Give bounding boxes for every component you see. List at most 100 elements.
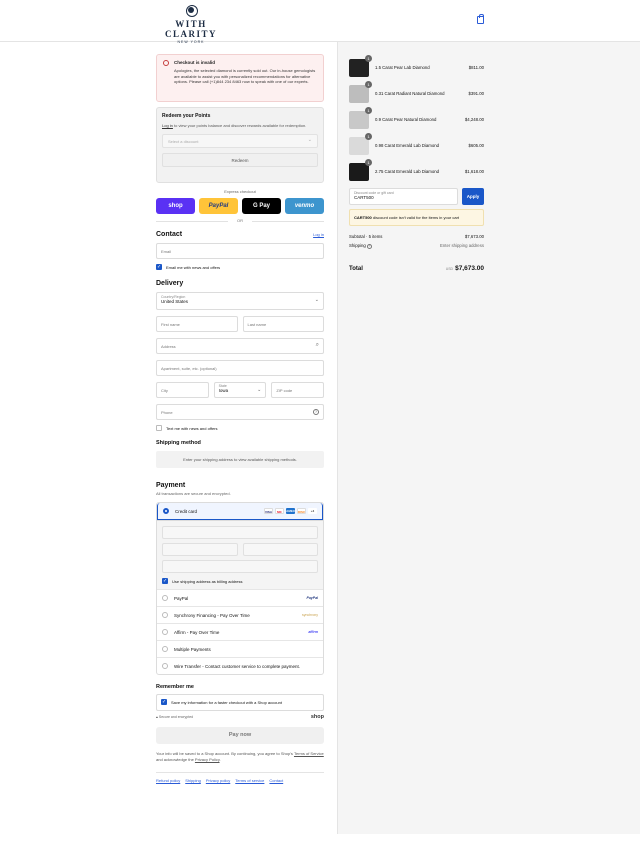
state-select[interactable]: State Iowa: [213, 382, 267, 398]
email-field[interactable]: Email: [156, 243, 324, 259]
state-value: Iowa: [218, 388, 229, 393]
total-label: Total: [349, 266, 363, 272]
terms-of-service-footer-link[interactable]: Terms of service: [235, 778, 264, 783]
radio-icon[interactable]: [162, 595, 168, 601]
address-placeholder: Address: [161, 344, 176, 349]
first-name-field[interactable]: First name: [156, 316, 238, 332]
checkout-error-alert: Checkout is invalid Apologies, the selec…: [156, 54, 324, 102]
product-thumbnail: 1: [349, 80, 372, 103]
paypal-option[interactable]: PayPal PayPal: [157, 589, 323, 606]
synchrony-option[interactable]: Synchrony Financing - Pay Over Time sync…: [157, 606, 323, 623]
discount-select[interactable]: Select a discount: [162, 133, 318, 148]
name-on-card-field[interactable]: [162, 560, 318, 573]
venmo-button[interactable]: venmo: [285, 198, 324, 214]
apartment-field[interactable]: Apartment, suite, etc. (optional): [156, 360, 324, 376]
zip-field[interactable]: ZIP code: [271, 382, 325, 398]
refund-policy-link[interactable]: Refund policy: [156, 778, 180, 783]
google-pay-button[interactable]: G Pay: [242, 198, 281, 214]
cart-item: 1 1.5 Carat Pear Lab Diamond $811.00: [349, 54, 484, 77]
pay-now-button[interactable]: Pay now: [156, 727, 324, 744]
payment-subtitle: All transactions are secure and encrypte…: [156, 491, 231, 496]
security-code-field[interactable]: [242, 543, 318, 556]
payment-title: Payment: [156, 482, 186, 489]
subtotal-value: $7,673.00: [464, 234, 484, 239]
privacy-policy-link[interactable]: Privacy Policy: [195, 757, 220, 762]
alert-body: Apologies, the selected diamond is curre…: [174, 68, 316, 84]
cart-item: 1 0.9 Carat Pear Natural Diamond $4,248.…: [349, 106, 484, 129]
country-select[interactable]: Country/Region United States: [156, 292, 324, 310]
checkbox-checked-icon[interactable]: ✓: [161, 699, 167, 705]
quantity-badge: 1: [365, 158, 372, 166]
radio-icon[interactable]: [162, 629, 168, 635]
or-divider: OR: [156, 218, 324, 223]
radio-icon[interactable]: [162, 646, 168, 652]
payment-options: Credit card VISA MC AMEX DISC +4 ✓ Use s…: [156, 502, 324, 675]
shipping-link[interactable]: Shipping: [185, 778, 201, 783]
checkbox-unchecked-icon[interactable]: [156, 425, 162, 431]
paypal-button[interactable]: PayPal: [199, 198, 238, 214]
cart-item: 1 0.98 Carat Emerald Lab Diamond $605.00: [349, 132, 484, 155]
multiple-payments-option[interactable]: Multiple Payments: [157, 640, 323, 657]
checkbox-checked-icon[interactable]: ✓: [162, 578, 168, 584]
last-name-field[interactable]: Last name: [242, 316, 324, 332]
billing-address-checkbox[interactable]: ✓ Use shipping address as billing addres…: [162, 578, 318, 584]
redeem-button[interactable]: Redeem: [162, 152, 318, 167]
header: WITH CLARITY NEW YORK: [0, 0, 640, 44]
address-field[interactable]: Address ⌕: [156, 338, 324, 354]
apply-button[interactable]: Apply: [462, 188, 484, 205]
product-thumbnail: 1: [349, 54, 372, 77]
radio-selected-icon[interactable]: [163, 508, 169, 514]
discount-code-value: CART500: [354, 195, 374, 200]
terms-of-service-link[interactable]: Terms of Service: [294, 751, 324, 756]
shipping-method-title: Shipping method: [156, 440, 201, 446]
phone-field[interactable]: Phone ?: [156, 404, 324, 420]
brand-logo[interactable]: WITH CLARITY NEW YORK: [156, 5, 226, 44]
checkbox-checked-icon[interactable]: ✓: [156, 264, 162, 270]
shopping-bag-icon[interactable]: [477, 14, 484, 24]
brand-location: NEW YORK: [177, 40, 205, 44]
shipping-label-text: Shipping: [349, 243, 366, 248]
city-field[interactable]: City: [156, 382, 209, 398]
help-icon[interactable]: ?: [366, 244, 372, 249]
shop-logo-icon: shop: [310, 714, 324, 720]
affirm-option[interactable]: Affirm - Pay Over Time affirm: [157, 623, 323, 640]
shop-pay-button[interactable]: shop: [156, 198, 195, 214]
save-info-checkbox[interactable]: ✓ Save my information for a faster check…: [161, 699, 319, 705]
mastercard-icon: MC: [275, 508, 284, 514]
secure-encrypted-label: 🔒︎ Secure and encrypted: [156, 715, 193, 719]
discover-icon: DISC: [297, 508, 306, 514]
credit-card-option[interactable]: Credit card VISA MC AMEX DISC +4: [157, 503, 323, 520]
text-news-checkbox[interactable]: Text me with news and offers: [156, 425, 324, 431]
contact-link[interactable]: Contact: [269, 778, 283, 783]
product-price: $4,248.00: [464, 117, 484, 122]
help-icon[interactable]: ?: [313, 409, 319, 415]
discount-code-input[interactable]: Discount code or gift card CART500: [349, 188, 458, 205]
contact-login-link[interactable]: Log in: [313, 232, 324, 237]
card-number-field[interactable]: [162, 526, 318, 539]
points-description: to view your points balance and discover…: [172, 123, 307, 128]
wire-transfer-option[interactable]: Wire Transfer - Contact customer service…: [157, 657, 323, 674]
privacy-policy-footer-link[interactable]: Privacy policy: [206, 778, 230, 783]
product-price: $605.00: [468, 143, 484, 148]
billing-address-label: Use shipping address as billing address: [172, 578, 243, 584]
logo-mark-icon: [186, 5, 198, 17]
radio-icon[interactable]: [162, 663, 168, 669]
warning-icon: [163, 60, 169, 66]
total-row: Total USD $7,673.00: [349, 257, 484, 275]
points-login-link[interactable]: Log in: [162, 123, 173, 128]
points-text: Log in to view your points balance and d…: [162, 123, 318, 129]
discount-error-message: CART500 discount code isn't valid for th…: [349, 209, 484, 226]
country-value: United States: [161, 299, 189, 304]
email-news-checkbox[interactable]: ✓ Email me with news and offers: [156, 264, 324, 270]
expiration-field[interactable]: [162, 543, 238, 556]
shipping-method-message: Enter your shipping address to view avai…: [156, 451, 324, 468]
affirm-label: Affirm - Pay Over Time: [174, 629, 220, 635]
synchrony-logo-icon: synchrony: [302, 613, 318, 617]
product-name: 0.98 Carat Emerald Lab Diamond: [375, 143, 440, 148]
points-title: Redeem your Points: [162, 113, 211, 119]
discount-row: Discount code or gift card CART500 Apply: [349, 188, 484, 205]
radio-icon[interactable]: [162, 612, 168, 618]
subtotal-row: Subtotal · 5 items $7,673.00: [349, 234, 484, 239]
legal-end: .: [219, 756, 221, 762]
brand-name: WITH CLARITY: [164, 19, 217, 39]
